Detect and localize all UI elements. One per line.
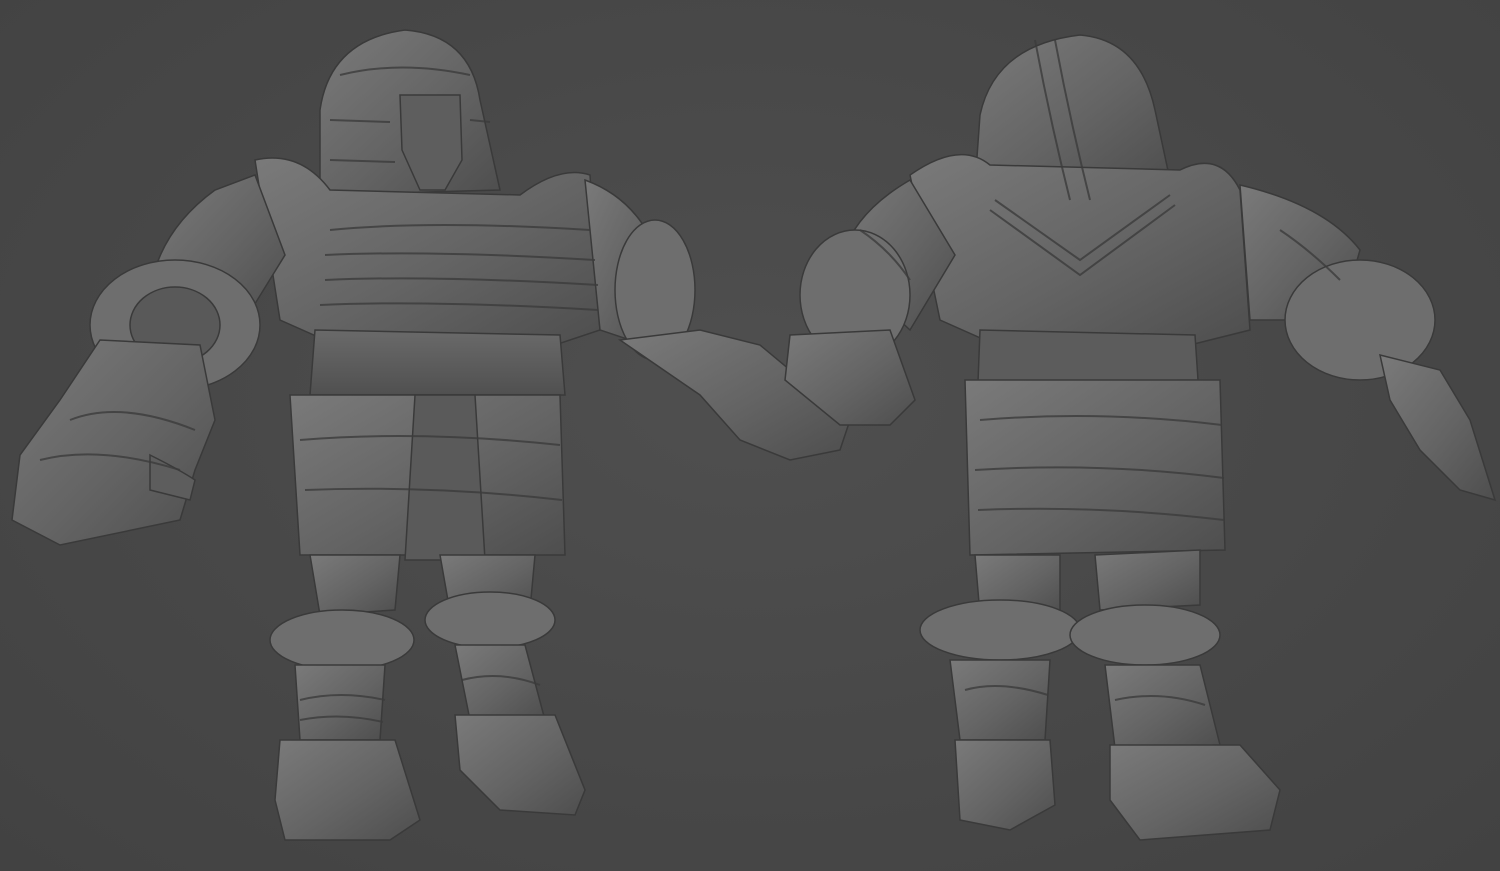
sculpt-viewport	[0, 0, 1500, 871]
mummy-back-sculpt	[784, 34, 1497, 841]
mummy-front-view	[0, 0, 860, 871]
mummy-front-sculpt	[11, 29, 851, 841]
mummy-back-view	[780, 0, 1500, 871]
